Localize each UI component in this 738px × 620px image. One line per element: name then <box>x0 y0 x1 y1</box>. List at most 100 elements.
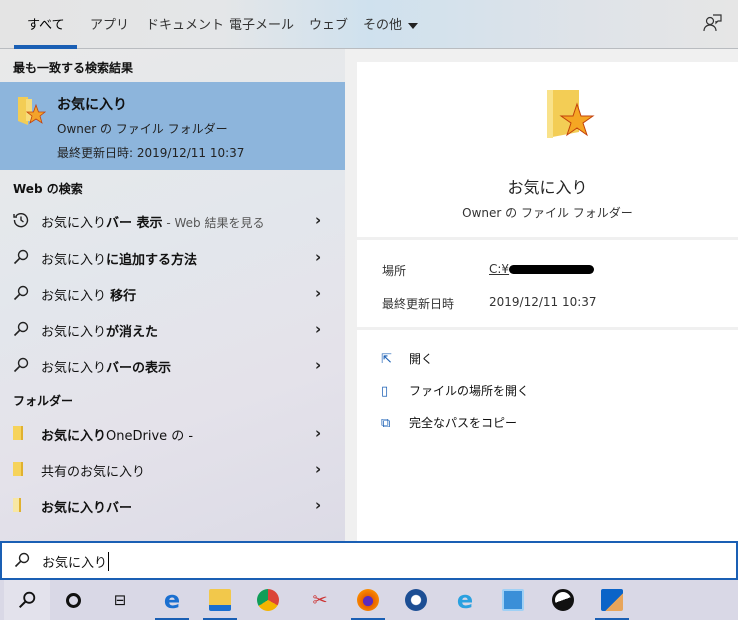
preview-actions-card: ⇱ 開く ▯ ファイルの場所を開く ⧉ 完全なパスをコピー <box>357 330 738 541</box>
section-folders: フォルダー <box>13 394 74 408</box>
best-match-title: お気に入り <box>57 97 127 113</box>
tab-web[interactable]: ウェブ <box>309 14 348 33</box>
label-normal: お気に入り <box>41 216 107 231</box>
history-icon <box>13 212 29 228</box>
snipping-tool-icon: ✂ <box>312 589 328 611</box>
section-web-search: Web の検索 <box>13 182 83 196</box>
tab-email[interactable]: 電子メール <box>229 14 294 33</box>
label-normal: お気に入り <box>41 253 107 268</box>
file-location-icon: ▯ <box>381 384 389 399</box>
taskbar-outlook[interactable] <box>589 580 635 620</box>
favorites-folder-icon <box>18 97 46 125</box>
taskbar-edge[interactable]: e <box>149 580 195 620</box>
chevron-right-icon[interactable]: › <box>315 211 321 229</box>
caret-down-icon <box>408 22 419 29</box>
mountain-app-icon <box>552 589 574 611</box>
chevron-right-icon[interactable]: › <box>315 248 321 266</box>
location-link[interactable]: C:¥ <box>489 262 595 276</box>
tab-documents[interactable]: ドキュメント <box>146 14 224 33</box>
open-label: 開く <box>409 352 434 366</box>
web-result-label: お気に入りが消えた <box>41 321 158 340</box>
label-bold: が消えた <box>106 325 159 340</box>
chevron-right-icon[interactable]: › <box>315 496 321 514</box>
task-view-button[interactable]: ⊟ <box>97 580 143 620</box>
copy-full-path-action[interactable]: ⧉ 完全なパスをコピー <box>381 414 517 431</box>
search-icon <box>18 591 36 609</box>
web-result-label: お気に入りに追加する方法 <box>41 249 197 268</box>
chevron-right-icon[interactable]: › <box>315 460 321 478</box>
best-match-subtitle: Owner の ファイル フォルダー <box>57 122 228 136</box>
open-action[interactable]: ⇱ 開く <box>381 350 433 367</box>
folder-result-item[interactable]: お気に入りOneDrive の - › <box>0 415 345 451</box>
preview-title: お気に入り <box>507 178 588 197</box>
preview-details-card: 場所 C:¥ 最終更新日時 2019/12/11 10:37 <box>357 240 738 327</box>
label-normal: OneDrive の - <box>106 429 194 444</box>
location-value: C:¥ <box>489 262 510 276</box>
search-icon <box>13 249 29 265</box>
taskbar-snipping-tool[interactable]: ✂ <box>297 580 343 620</box>
taskbar-thunderbird[interactable] <box>393 580 439 620</box>
preview-panel: お気に入り Owner の ファイル フォルダー 場所 C:¥ 最終更新日時 2… <box>345 49 738 541</box>
cortana-icon <box>65 592 81 608</box>
task-view-icon: ⊟ <box>113 591 127 609</box>
web-result-label: お気に入りバー 表示 - Web 結果を見る <box>41 212 264 231</box>
chevron-right-icon[interactable]: › <box>315 320 321 338</box>
open-file-location-label: ファイルの場所を開く <box>409 384 530 398</box>
folder-result-item[interactable]: 共有のお気に入り › <box>0 451 345 487</box>
open-file-location-action[interactable]: ▯ ファイルの場所を開く <box>381 382 529 399</box>
label-normal: お気に入り <box>41 325 107 340</box>
web-result-item[interactable]: お気に入りが消えた › <box>0 311 345 347</box>
modified-value: 2019/12/11 10:37 <box>489 295 597 309</box>
taskbar: ⊟ e ✂ e <box>0 580 738 620</box>
outlook-icon <box>601 589 623 611</box>
tab-all[interactable]: すべて <box>27 14 65 33</box>
section-best-match: 最も一致する検索結果 <box>13 61 134 75</box>
folder-result-item[interactable]: お気に入りバー › <box>0 487 345 523</box>
folder-icon <box>13 461 29 477</box>
chevron-right-icon[interactable]: › <box>315 284 321 302</box>
label-normal: 共有のお気に入り <box>41 465 146 480</box>
tab-more[interactable]: その他 <box>363 14 419 33</box>
tab-more-label: その他 <box>363 18 403 33</box>
chrome-icon <box>257 589 279 611</box>
copy-full-path-label: 完全なパスをコピー <box>409 416 518 430</box>
search-icon <box>13 321 29 337</box>
tab-apps[interactable]: アプリ <box>90 14 129 33</box>
search-icon <box>14 552 30 568</box>
search-icon <box>13 285 29 301</box>
file-explorer-icon <box>209 589 231 611</box>
web-result-label: お気に入りバーの表示 <box>41 357 171 376</box>
search-box[interactable]: お気に入り <box>0 541 738 580</box>
label-bold: バーの表示 <box>106 361 172 376</box>
redaction-bar <box>509 265 595 274</box>
label-normal: お気に入り <box>41 289 111 304</box>
internet-explorer-icon: e <box>456 586 474 614</box>
web-result-item[interactable]: お気に入りバーの表示 › <box>0 347 345 383</box>
taskbar-app[interactable] <box>540 580 586 620</box>
label-normal: お気に入り <box>41 361 107 376</box>
feedback-icon[interactable] <box>702 13 722 33</box>
chevron-right-icon[interactable]: › <box>315 424 321 442</box>
search-icon <box>13 357 29 373</box>
folder-icon <box>13 425 29 441</box>
search-input[interactable]: お気に入り <box>42 552 110 571</box>
best-match-modified: 最終更新日時: 2019/12/11 10:37 <box>57 146 245 160</box>
preview-header-card: お気に入り Owner の ファイル フォルダー <box>357 62 738 237</box>
taskbar-file-explorer[interactable] <box>197 580 243 620</box>
edge-icon: e <box>163 586 181 614</box>
chevron-right-icon[interactable]: › <box>315 356 321 374</box>
taskbar-internet-explorer[interactable]: e <box>442 580 488 620</box>
taskbar-search-button[interactable] <box>4 580 50 620</box>
preview-subtitle: Owner の ファイル フォルダー <box>462 206 633 220</box>
web-result-item[interactable]: お気に入りに追加する方法 › <box>0 239 345 275</box>
cortana-button[interactable] <box>50 580 96 620</box>
taskbar-chrome[interactable] <box>245 580 291 620</box>
web-result-item[interactable]: お気に入り 移行 › <box>0 275 345 311</box>
taskbar-firefox[interactable] <box>345 580 391 620</box>
folder-icon <box>13 497 29 513</box>
firefox-icon <box>357 589 379 611</box>
best-match-item[interactable]: お気に入り Owner の ファイル フォルダー 最終更新日時: 2019/12… <box>0 82 345 170</box>
taskbar-control-panel[interactable] <box>490 580 536 620</box>
web-result-item[interactable]: お気に入りバー 表示 - Web 結果を見る › <box>0 202 345 238</box>
label-bold: 移行 <box>110 289 137 304</box>
